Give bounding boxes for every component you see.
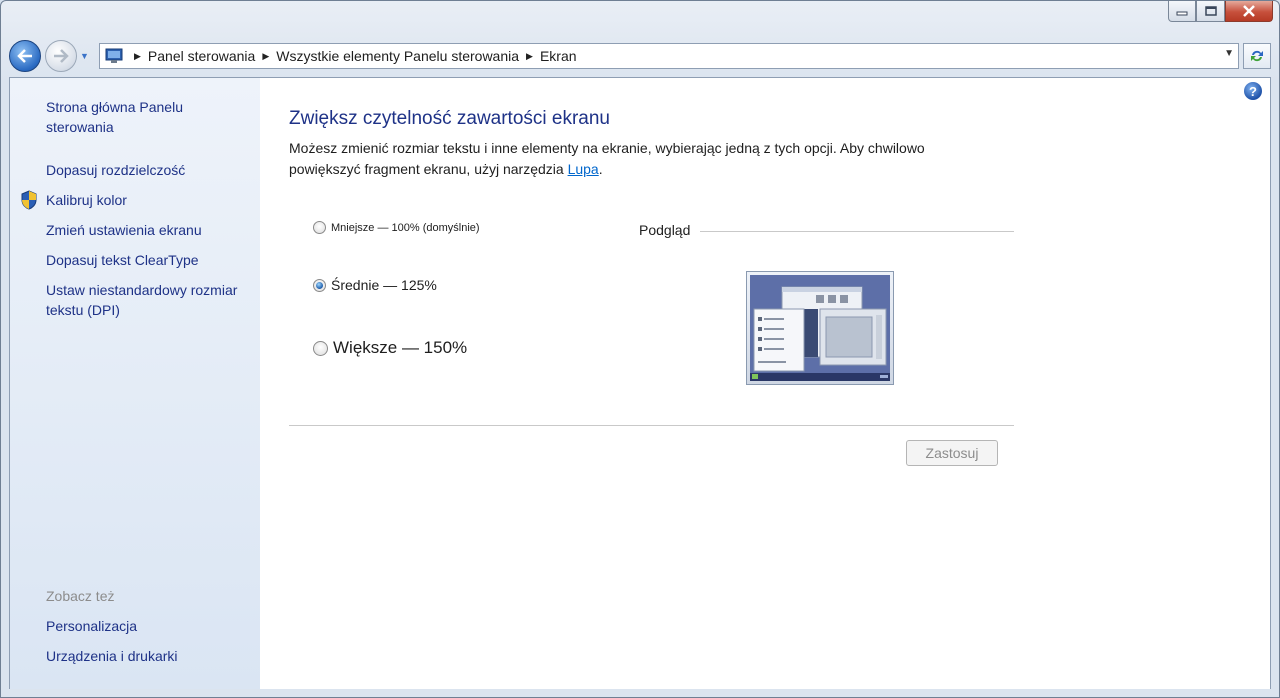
sidebar-item-devices-printers[interactable]: Urządzenia i drukarki <box>46 646 178 666</box>
apply-button[interactable]: Zastosuj <box>906 440 998 466</box>
forward-button[interactable] <box>45 40 77 72</box>
back-arrow-icon <box>17 49 32 63</box>
preview-image <box>746 271 894 385</box>
breadcrumb-control-panel[interactable]: Panel sterowania <box>148 48 255 64</box>
minimize-button[interactable] <box>1168 1 1196 22</box>
sidebar-item-personalization[interactable]: Personalizacja <box>46 616 137 636</box>
option-larger-label[interactable]: Większe — 150% <box>333 338 467 358</box>
sidebar-item-calibrate-color[interactable]: Kalibruj kolor <box>46 190 127 210</box>
description-text: Możesz zmienić rozmiar tekstu i inne ele… <box>289 140 925 177</box>
forward-arrow-icon <box>54 49 69 63</box>
control-panel-window: ▼ ▶ Panel sterowania ▶ Wszystkie element… <box>0 0 1280 698</box>
help-icon: ? <box>1249 83 1257 99</box>
back-button[interactable] <box>9 40 41 72</box>
option-larger[interactable]: Większe — 150% <box>313 338 467 358</box>
radio-medium[interactable] <box>313 278 326 292</box>
help-button[interactable]: ? <box>1244 82 1262 100</box>
refresh-button[interactable] <box>1243 43 1271 69</box>
maximize-icon <box>1204 6 1217 16</box>
preview-divider <box>700 231 1014 232</box>
sidebar-item-cleartype[interactable]: Dopasuj tekst ClearType <box>46 250 199 270</box>
magnifier-link[interactable]: Lupa <box>568 161 599 177</box>
uac-shield-icon <box>21 190 37 210</box>
radio-smaller[interactable] <box>313 221 326 234</box>
minimize-icon <box>1176 11 1188 16</box>
breadcrumb-separator-icon[interactable]: ▶ <box>134 51 141 62</box>
sidebar-item-resolution[interactable]: Dopasuj rozdzielczość <box>46 160 185 180</box>
sidebar-item-display-settings[interactable]: Zmień ustawienia ekranu <box>46 220 202 240</box>
main-panel: ? Zwiększ czytelność zawartości ekranu M… <box>260 78 1270 689</box>
maximize-button[interactable] <box>1196 1 1225 22</box>
see-also-heading: Zobacz też <box>46 588 115 604</box>
breadcrumb-separator-icon[interactable]: ▶ <box>526 51 533 62</box>
breadcrumb-display[interactable]: Ekran <box>540 48 577 64</box>
option-medium[interactable]: Średnie — 125% <box>313 277 437 293</box>
section-divider <box>289 425 1014 426</box>
close-button[interactable] <box>1225 1 1273 22</box>
preview-label: Podgląd <box>639 222 697 238</box>
option-smaller[interactable]: Mniejsze — 100% (domyślnie) <box>313 221 480 234</box>
breadcrumb-all-items[interactable]: Wszystkie elementy Panelu sterowania <box>276 48 519 64</box>
address-bar[interactable]: ▶ Panel sterowania ▶ Wszystkie elementy … <box>99 43 1239 69</box>
page-description: Możesz zmienić rozmiar tekstu i inne ele… <box>289 138 989 180</box>
breadcrumb-separator-icon[interactable]: ▶ <box>262 51 269 62</box>
description-end: . <box>598 161 603 177</box>
sidebar-home-link[interactable]: Strona główna Panelu sterowania <box>46 97 236 137</box>
radio-larger[interactable] <box>313 340 328 356</box>
desktop-preview-icon <box>750 275 890 381</box>
caption-buttons <box>1168 1 1273 23</box>
refresh-icon <box>1251 50 1263 62</box>
control-panel-icon <box>105 48 123 63</box>
option-medium-label[interactable]: Średnie — 125% <box>331 277 437 293</box>
address-dropdown-icon[interactable]: ▼ <box>1224 48 1234 59</box>
option-smaller-label[interactable]: Mniejsze — 100% (domyślnie) <box>331 222 480 234</box>
task-pane: Strona główna Panelu sterowania Dopasuj … <box>10 78 260 689</box>
page-title: Zwiększ czytelność zawartości ekranu <box>289 108 610 129</box>
content-area: Strona główna Panelu sterowania Dopasuj … <box>9 77 1271 689</box>
sidebar-item-custom-dpi[interactable]: Ustaw niestandardowy rozmiar tekstu (DPI… <box>46 280 256 320</box>
recent-pages-dropdown[interactable]: ▼ <box>80 51 90 61</box>
close-icon <box>1243 5 1255 17</box>
navigation-bar: ▼ ▶ Panel sterowania ▶ Wszystkie element… <box>9 39 1273 73</box>
